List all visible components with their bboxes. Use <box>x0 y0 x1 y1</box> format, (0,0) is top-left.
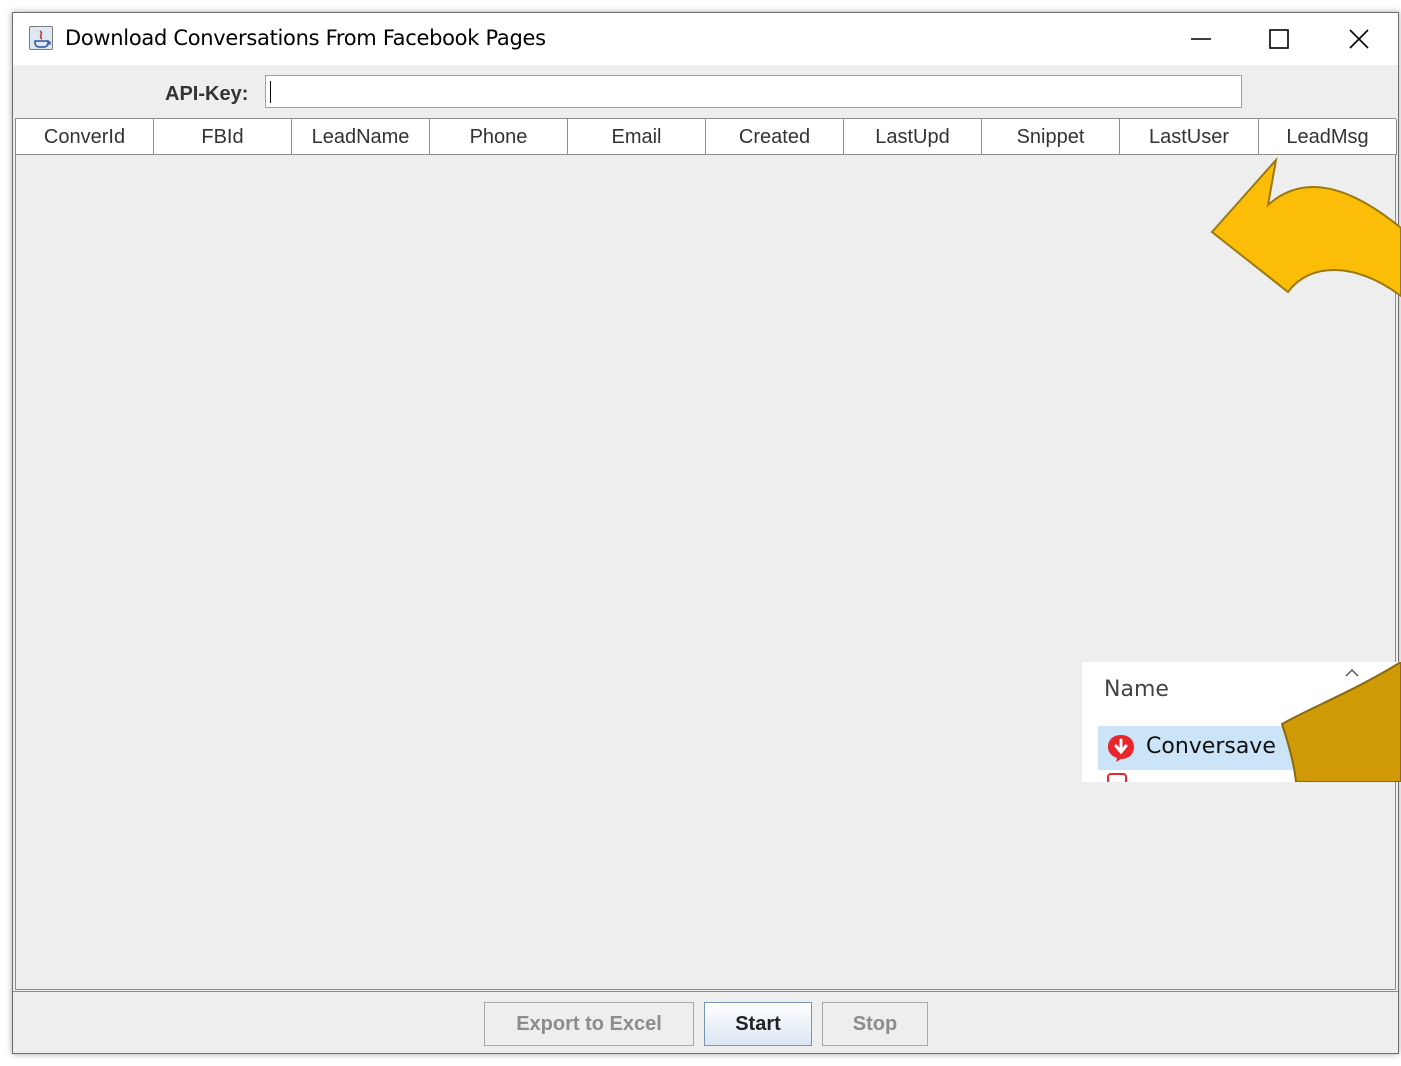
annotation-arrow-lower <box>1280 662 1401 782</box>
file-explorer-inset: Name Conversave <box>1082 662 1401 782</box>
annotation-arrow-upper <box>1210 156 1401 298</box>
